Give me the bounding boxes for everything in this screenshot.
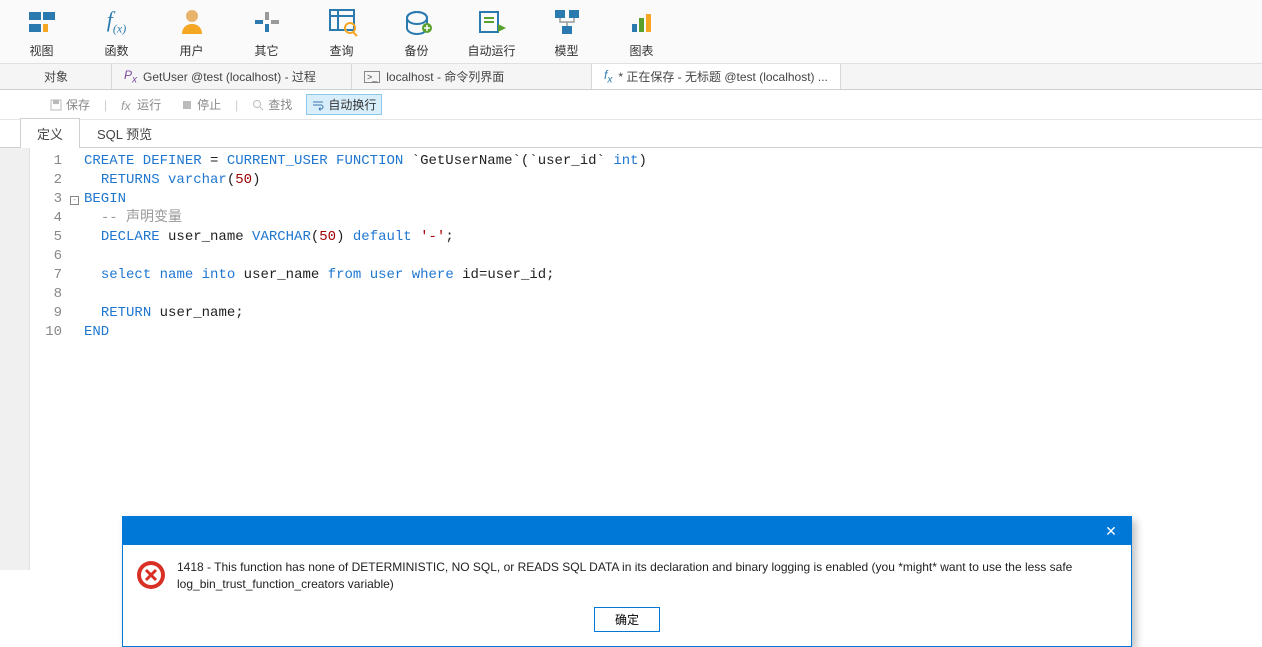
user-icon — [176, 6, 208, 38]
doc-tab-getuser[interactable]: Px GetUser @test (localhost) - 过程 — [112, 64, 352, 89]
run-label: 运行 — [137, 96, 161, 113]
error-dialog: ✕ 1418 - This function has none of DETER… — [122, 516, 1132, 647]
find-label: 查找 — [268, 96, 292, 113]
ribbon-chart[interactable]: 图表 — [604, 4, 679, 59]
other-icon — [251, 6, 283, 38]
error-icon — [135, 559, 167, 591]
tab-definition[interactable]: 定义 — [20, 118, 80, 148]
ribbon-other[interactable]: 其它 — [229, 4, 304, 59]
ribbon-label: 函数 — [104, 42, 128, 59]
auto-icon — [476, 6, 508, 38]
ribbon-label: 其它 — [254, 42, 278, 59]
wrap-icon — [312, 99, 324, 111]
query-icon — [326, 6, 358, 38]
close-button[interactable]: ✕ — [1091, 517, 1131, 545]
terminal-icon: >_ — [364, 71, 380, 83]
fold-gutter: - — [70, 152, 84, 570]
tab-label: localhost - 命令列界面 — [386, 68, 504, 85]
ribbon-query[interactable]: 查询 — [304, 4, 379, 59]
doc-tab-objects[interactable]: 对象 — [32, 64, 112, 89]
ribbon-label: 用户 — [179, 42, 203, 59]
separator: | — [235, 98, 238, 112]
run-icon: fx — [121, 99, 133, 111]
code-text[interactable]: CREATE DEFINER = CURRENT_USER FUNCTION `… — [84, 152, 647, 570]
ribbon-label: 查询 — [329, 42, 353, 59]
tab-label: 对象 — [44, 68, 68, 85]
run-button[interactable]: fx 运行 — [115, 94, 167, 115]
save-button[interactable]: 保存 — [44, 94, 96, 115]
doc-tab-saving[interactable]: fx * 正在保存 - 无标题 @test (localhost) ... — [592, 64, 841, 89]
ribbon-auto[interactable]: 自动运行 — [454, 4, 529, 59]
save-label: 保存 — [66, 96, 90, 113]
view-icon — [26, 6, 58, 38]
ok-label: 确定 — [615, 613, 639, 627]
close-icon: ✕ — [1105, 523, 1117, 540]
dialog-body: 1418 - This function has none of DETERMI… — [123, 545, 1131, 601]
ribbon-user[interactable]: 用户 — [154, 4, 229, 59]
stop-label: 停止 — [197, 96, 221, 113]
tab-label: GetUser @test (localhost) - 过程 — [143, 68, 316, 85]
ribbon-model[interactable]: 模型 — [529, 4, 604, 59]
wrap-label: 自动换行 — [328, 96, 376, 113]
search-icon — [252, 99, 264, 111]
dialog-titlebar: ✕ — [123, 517, 1131, 545]
stop-button[interactable]: 停止 — [175, 94, 227, 115]
function-icon: fx — [604, 68, 612, 85]
ribbon-func[interactable]: f(x) 函数 — [79, 4, 154, 59]
dialog-buttons: 确定 — [123, 601, 1131, 646]
line-numbers: 12345678910 — [30, 152, 70, 570]
tab-sql-preview[interactable]: SQL 预览 — [80, 118, 169, 148]
doc-tab-cmd[interactable]: >_ localhost - 命令列界面 — [352, 64, 592, 89]
dialog-message: 1418 - This function has none of DETERMI… — [177, 559, 1117, 593]
separator: | — [104, 98, 107, 112]
find-button[interactable]: 查找 — [246, 94, 298, 115]
wrap-toggle[interactable]: 自动换行 — [306, 94, 382, 115]
left-gutter — [0, 148, 30, 570]
ribbon-view[interactable]: 视图 — [4, 4, 79, 59]
tab-label: * 正在保存 - 无标题 @test (localhost) ... — [618, 68, 828, 85]
ok-button[interactable]: 确定 — [594, 607, 660, 632]
editor-toolbar: 保存 | fx 运行 停止 | 查找 自动换行 — [0, 90, 1262, 120]
ribbon-label: 备份 — [404, 42, 428, 59]
ribbon-label: 视图 — [29, 42, 53, 59]
chart-icon — [626, 6, 658, 38]
model-icon — [551, 6, 583, 38]
main-ribbon: 视图 f(x) 函数 用户 其它 查询 备份 自动运行 模型 图表 — [0, 0, 1262, 64]
procedure-icon: Px — [124, 68, 137, 85]
document-tabs: 对象 Px GetUser @test (localhost) - 过程 >_ loca… — [0, 64, 1262, 90]
backup-icon — [401, 6, 433, 38]
tab-sql-preview-label: SQL 预览 — [97, 127, 152, 142]
code-body[interactable]: 12345678910 - CREATE DEFINER = CURRENT_U… — [30, 148, 1262, 570]
editor-view-tabs: 定义 SQL 预览 — [0, 120, 1262, 148]
code-editor: 12345678910 - CREATE DEFINER = CURRENT_U… — [0, 148, 1262, 570]
save-icon — [50, 99, 62, 111]
ribbon-label: 自动运行 — [467, 42, 515, 59]
function-icon: f(x) — [101, 6, 133, 38]
stop-icon — [181, 99, 193, 111]
ribbon-label: 模型 — [554, 42, 578, 59]
tab-definition-label: 定义 — [37, 127, 63, 142]
ribbon-backup[interactable]: 备份 — [379, 4, 454, 59]
ribbon-label: 图表 — [629, 42, 653, 59]
